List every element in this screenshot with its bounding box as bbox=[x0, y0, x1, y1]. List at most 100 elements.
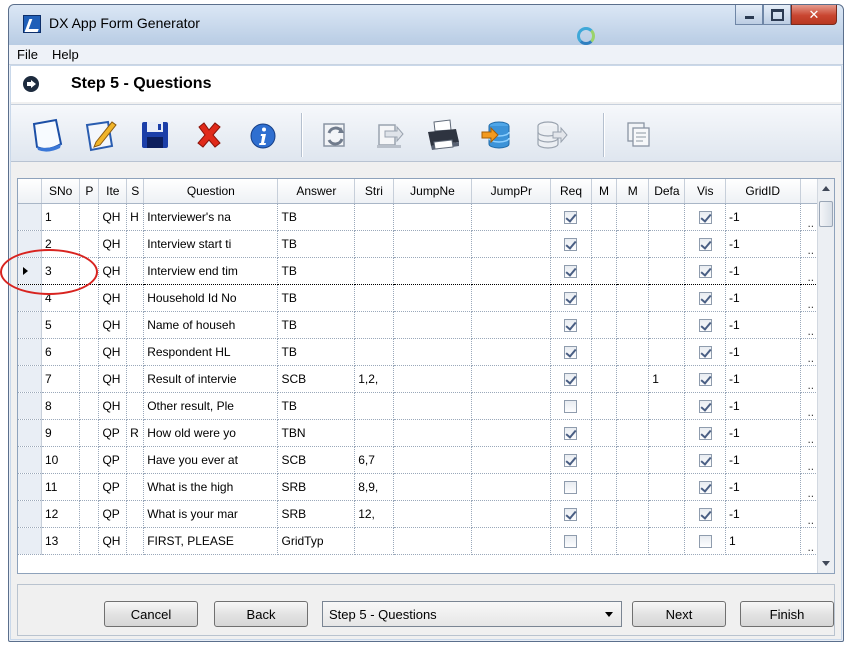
cell-gridid[interactable]: -1 bbox=[725, 284, 801, 312]
cell-answer[interactable]: TBN bbox=[277, 419, 356, 447]
cell-jumppr[interactable] bbox=[471, 446, 552, 474]
menu-help[interactable]: Help bbox=[52, 47, 79, 62]
cell-sno[interactable]: 12 bbox=[41, 500, 81, 528]
column-header-jumppr[interactable]: JumpPr bbox=[471, 179, 552, 204]
step-select-dropdown[interactable]: Step 5 - Questions bbox=[322, 601, 622, 627]
cell-gridid[interactable]: -1 bbox=[725, 311, 801, 339]
cell-jumppr[interactable] bbox=[471, 230, 552, 258]
cell-jumppr[interactable] bbox=[471, 203, 552, 231]
cell-answer[interactable]: SCB bbox=[277, 446, 356, 474]
delete-icon[interactable] bbox=[189, 115, 229, 155]
cell-m2[interactable] bbox=[616, 419, 650, 447]
cell-m1[interactable] bbox=[591, 392, 618, 420]
cell-vis[interactable] bbox=[684, 284, 726, 312]
column-header-item[interactable]: Ite bbox=[98, 179, 128, 204]
cell-question[interactable]: Name of househ bbox=[143, 311, 279, 339]
cell-jumppr[interactable] bbox=[471, 527, 552, 555]
cell-p[interactable] bbox=[79, 500, 100, 528]
scroll-down-arrow-icon[interactable] bbox=[822, 561, 830, 566]
cell-defa[interactable] bbox=[648, 311, 686, 339]
req-checkbox[interactable] bbox=[564, 345, 578, 359]
cell-vis[interactable] bbox=[684, 500, 726, 528]
cell-m1[interactable] bbox=[591, 365, 618, 393]
cell-item[interactable]: QH bbox=[98, 527, 128, 555]
info-icon[interactable] bbox=[243, 115, 283, 155]
cell-s[interactable] bbox=[126, 392, 145, 420]
cell-defa[interactable] bbox=[648, 203, 686, 231]
cell-gridid[interactable]: -1 bbox=[725, 500, 801, 528]
cell-item[interactable]: QP bbox=[98, 500, 128, 528]
cell-vis[interactable] bbox=[684, 311, 726, 339]
cell-jumppr[interactable] bbox=[471, 473, 552, 501]
cell-s[interactable] bbox=[126, 365, 145, 393]
cell-req[interactable] bbox=[550, 284, 592, 312]
row-selector[interactable] bbox=[18, 500, 42, 528]
cell-s[interactable] bbox=[126, 311, 145, 339]
cell-req[interactable] bbox=[550, 203, 592, 231]
cell-sno[interactable]: 5 bbox=[41, 311, 81, 339]
chevron-down-icon[interactable] bbox=[605, 612, 613, 617]
cell-m2[interactable] bbox=[616, 338, 650, 366]
req-checkbox[interactable] bbox=[564, 237, 578, 251]
cell-item[interactable]: QH bbox=[98, 338, 128, 366]
column-header-jumpne[interactable]: JumpNe bbox=[393, 179, 473, 204]
scroll-up-arrow-icon[interactable] bbox=[822, 186, 830, 191]
cell-gridid[interactable]: -1 bbox=[725, 446, 801, 474]
cell-stri[interactable] bbox=[354, 256, 394, 285]
menu-file[interactable]: File bbox=[17, 47, 38, 62]
cell-m2[interactable] bbox=[616, 473, 650, 501]
cell-vis[interactable] bbox=[684, 392, 726, 420]
cell-question[interactable]: Result of intervie bbox=[143, 365, 279, 393]
row-selector[interactable] bbox=[18, 203, 42, 231]
cell-jumppr[interactable] bbox=[471, 392, 552, 420]
cell-gridid[interactable]: -1 bbox=[725, 473, 801, 501]
cell-stri[interactable] bbox=[354, 392, 394, 420]
cell-sno[interactable]: 1 bbox=[41, 203, 81, 231]
cell-question[interactable]: FIRST, PLEASE bbox=[143, 527, 279, 555]
cell-m2[interactable] bbox=[616, 284, 650, 312]
cell-vis[interactable] bbox=[684, 230, 726, 258]
cell-answer[interactable]: GridTyp bbox=[277, 527, 356, 555]
cell-vis[interactable] bbox=[684, 473, 726, 501]
vis-checkbox[interactable] bbox=[698, 318, 712, 332]
cell-jumppr[interactable] bbox=[471, 256, 552, 285]
vis-checkbox[interactable] bbox=[698, 399, 712, 413]
cell-m1[interactable] bbox=[591, 311, 618, 339]
cell-defa[interactable] bbox=[648, 473, 686, 501]
cell-question[interactable]: What is the high bbox=[143, 473, 279, 501]
cell-jumpne[interactable] bbox=[393, 500, 473, 528]
cell-stri[interactable] bbox=[354, 419, 394, 447]
column-header-m2[interactable]: M bbox=[616, 179, 650, 204]
cell-m2[interactable] bbox=[616, 446, 650, 474]
cell-item[interactable]: QH bbox=[98, 365, 128, 393]
cell-vis[interactable] bbox=[684, 203, 726, 231]
cell-answer[interactable]: TB bbox=[277, 203, 356, 231]
cell-item[interactable]: QH bbox=[98, 230, 128, 258]
vis-checkbox[interactable] bbox=[698, 534, 712, 548]
cell-stri[interactable]: 8,9, bbox=[354, 473, 394, 501]
table-row[interactable]: 12 QP What is your mar SRB 12, -1.. bbox=[18, 500, 823, 528]
row-selector[interactable] bbox=[18, 446, 42, 474]
close-button[interactable]: ✕ bbox=[791, 5, 837, 25]
table-row[interactable]: 8 QH Other result, Ple TB -1.. bbox=[18, 392, 823, 420]
vis-checkbox[interactable] bbox=[698, 291, 712, 305]
cell-vis[interactable] bbox=[684, 527, 726, 555]
req-checkbox[interactable] bbox=[564, 534, 578, 548]
cell-jumpne[interactable] bbox=[393, 419, 473, 447]
req-checkbox[interactable] bbox=[564, 318, 578, 332]
row-selector[interactable] bbox=[18, 338, 42, 366]
cell-answer[interactable]: SCB bbox=[277, 365, 356, 393]
cell-req[interactable] bbox=[550, 500, 592, 528]
cell-p[interactable] bbox=[79, 365, 100, 393]
import-icon[interactable] bbox=[369, 115, 409, 155]
cell-jumppr[interactable] bbox=[471, 419, 552, 447]
cell-stri[interactable] bbox=[354, 527, 394, 555]
cell-s[interactable] bbox=[126, 500, 145, 528]
cell-m2[interactable] bbox=[616, 311, 650, 339]
table-row[interactable]: 5 QH Name of househ TB -1.. bbox=[18, 311, 823, 339]
cell-sno[interactable]: 8 bbox=[41, 392, 81, 420]
table-row[interactable]: 6 QH Respondent HL TB -1.. bbox=[18, 338, 823, 366]
cell-req[interactable] bbox=[550, 446, 592, 474]
cell-jumpne[interactable] bbox=[393, 365, 473, 393]
cell-stri[interactable]: 6,7 bbox=[354, 446, 394, 474]
